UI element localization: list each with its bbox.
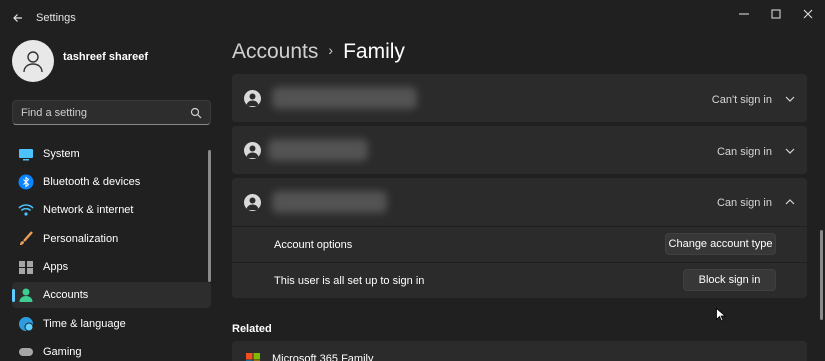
accounts-icon xyxy=(19,288,33,302)
sidebar-item-label: Bluetooth & devices xyxy=(43,176,141,188)
search-placeholder: Find a setting xyxy=(21,107,88,119)
related-item-label: Microsoft 365 Family xyxy=(272,353,374,361)
page-title: Family xyxy=(343,40,405,63)
search-icon xyxy=(190,107,202,119)
close-button[interactable] xyxy=(794,4,822,24)
member-avatar xyxy=(244,90,261,107)
close-icon xyxy=(803,9,813,19)
brush-icon xyxy=(20,231,33,245)
sidebar-item-gaming[interactable]: Gaming xyxy=(12,339,211,361)
change-account-type-button[interactable]: Change account type xyxy=(665,233,776,255)
sign-in-status-label: This user is all set up to sign in xyxy=(274,275,425,287)
sidebar-item-label: Network & internet xyxy=(43,204,134,216)
sidebar-item-personalization[interactable]: Personalization xyxy=(12,226,211,252)
member-name-redacted xyxy=(268,139,368,161)
window-title: Settings xyxy=(36,12,76,24)
system-icon xyxy=(19,149,33,161)
breadcrumb-separator: › xyxy=(328,42,334,58)
title-bar: Settings xyxy=(0,0,825,36)
related-heading: Related xyxy=(232,323,272,335)
account-options-row: Account options Change account type xyxy=(232,226,807,262)
sidebar-scrollbar[interactable] xyxy=(208,150,211,282)
wifi-icon xyxy=(18,204,34,216)
mouse-cursor-icon xyxy=(716,308,726,322)
person-icon xyxy=(246,197,259,210)
sidebar-item-label: Personalization xyxy=(43,233,119,245)
chevron-down-icon[interactable] xyxy=(785,94,795,104)
bluetooth-icon xyxy=(18,174,34,190)
gamepad-icon xyxy=(19,348,33,356)
related-item[interactable]: Microsoft 365 Family xyxy=(232,341,807,361)
person-icon xyxy=(23,51,43,73)
back-arrow-icon xyxy=(13,14,22,22)
family-member-card[interactable]: Can sign in xyxy=(232,178,807,226)
sidebar-item-time-language[interactable]: Time & language xyxy=(12,311,211,337)
sidebar-item-system[interactable]: System xyxy=(12,141,211,167)
apps-icon xyxy=(19,261,33,274)
member-name-redacted xyxy=(272,191,387,213)
block-sign-in-button[interactable]: Block sign in xyxy=(683,269,776,291)
member-status: Can sign in xyxy=(716,146,772,158)
sidebar-item-apps[interactable]: Apps xyxy=(12,254,211,280)
member-name-redacted xyxy=(272,87,417,109)
sidebar-item-accounts[interactable]: Accounts xyxy=(12,282,211,308)
member-avatar xyxy=(244,194,261,211)
maximize-icon xyxy=(771,9,781,19)
sidebar-item-network[interactable]: Network & internet xyxy=(12,197,211,223)
avatar[interactable] xyxy=(12,40,54,82)
selection-indicator xyxy=(12,289,15,302)
maximize-button[interactable] xyxy=(762,4,790,24)
back-button[interactable] xyxy=(8,8,28,28)
main-scrollbar[interactable] xyxy=(820,230,823,320)
family-member-card[interactable]: Can sign in xyxy=(232,126,807,174)
profile-name: tashreef shareef xyxy=(63,51,148,63)
minimize-icon xyxy=(739,13,749,15)
member-status: Can sign in xyxy=(716,197,772,209)
sidebar-item-label: Apps xyxy=(43,261,69,273)
member-avatar xyxy=(244,142,261,159)
minimize-button[interactable] xyxy=(730,4,758,24)
sidebar-item-label: Time & language xyxy=(43,318,126,330)
person-icon xyxy=(246,145,259,158)
microsoft-logo-icon xyxy=(246,353,260,361)
member-status: Can't sign in xyxy=(711,94,772,106)
sidebar-item-label: Accounts xyxy=(43,289,89,301)
person-icon xyxy=(246,93,259,106)
search-input[interactable]: Find a setting xyxy=(12,100,211,125)
sidebar-item-label: Gaming xyxy=(43,346,82,358)
sign-in-row: This user is all set up to sign in Block… xyxy=(232,262,807,298)
breadcrumb-parent[interactable]: Accounts xyxy=(232,40,318,63)
family-member-card[interactable]: Can't sign in xyxy=(232,74,807,122)
sidebar-item-label: System xyxy=(43,148,80,160)
chevron-up-icon[interactable] xyxy=(785,197,795,207)
account-options-label: Account options xyxy=(274,239,353,251)
chevron-down-icon[interactable] xyxy=(785,146,795,156)
globe-clock-icon xyxy=(19,317,34,332)
sidebar-item-bluetooth[interactable]: Bluetooth & devices xyxy=(12,169,211,195)
breadcrumb: Accounts › Family xyxy=(232,40,405,64)
